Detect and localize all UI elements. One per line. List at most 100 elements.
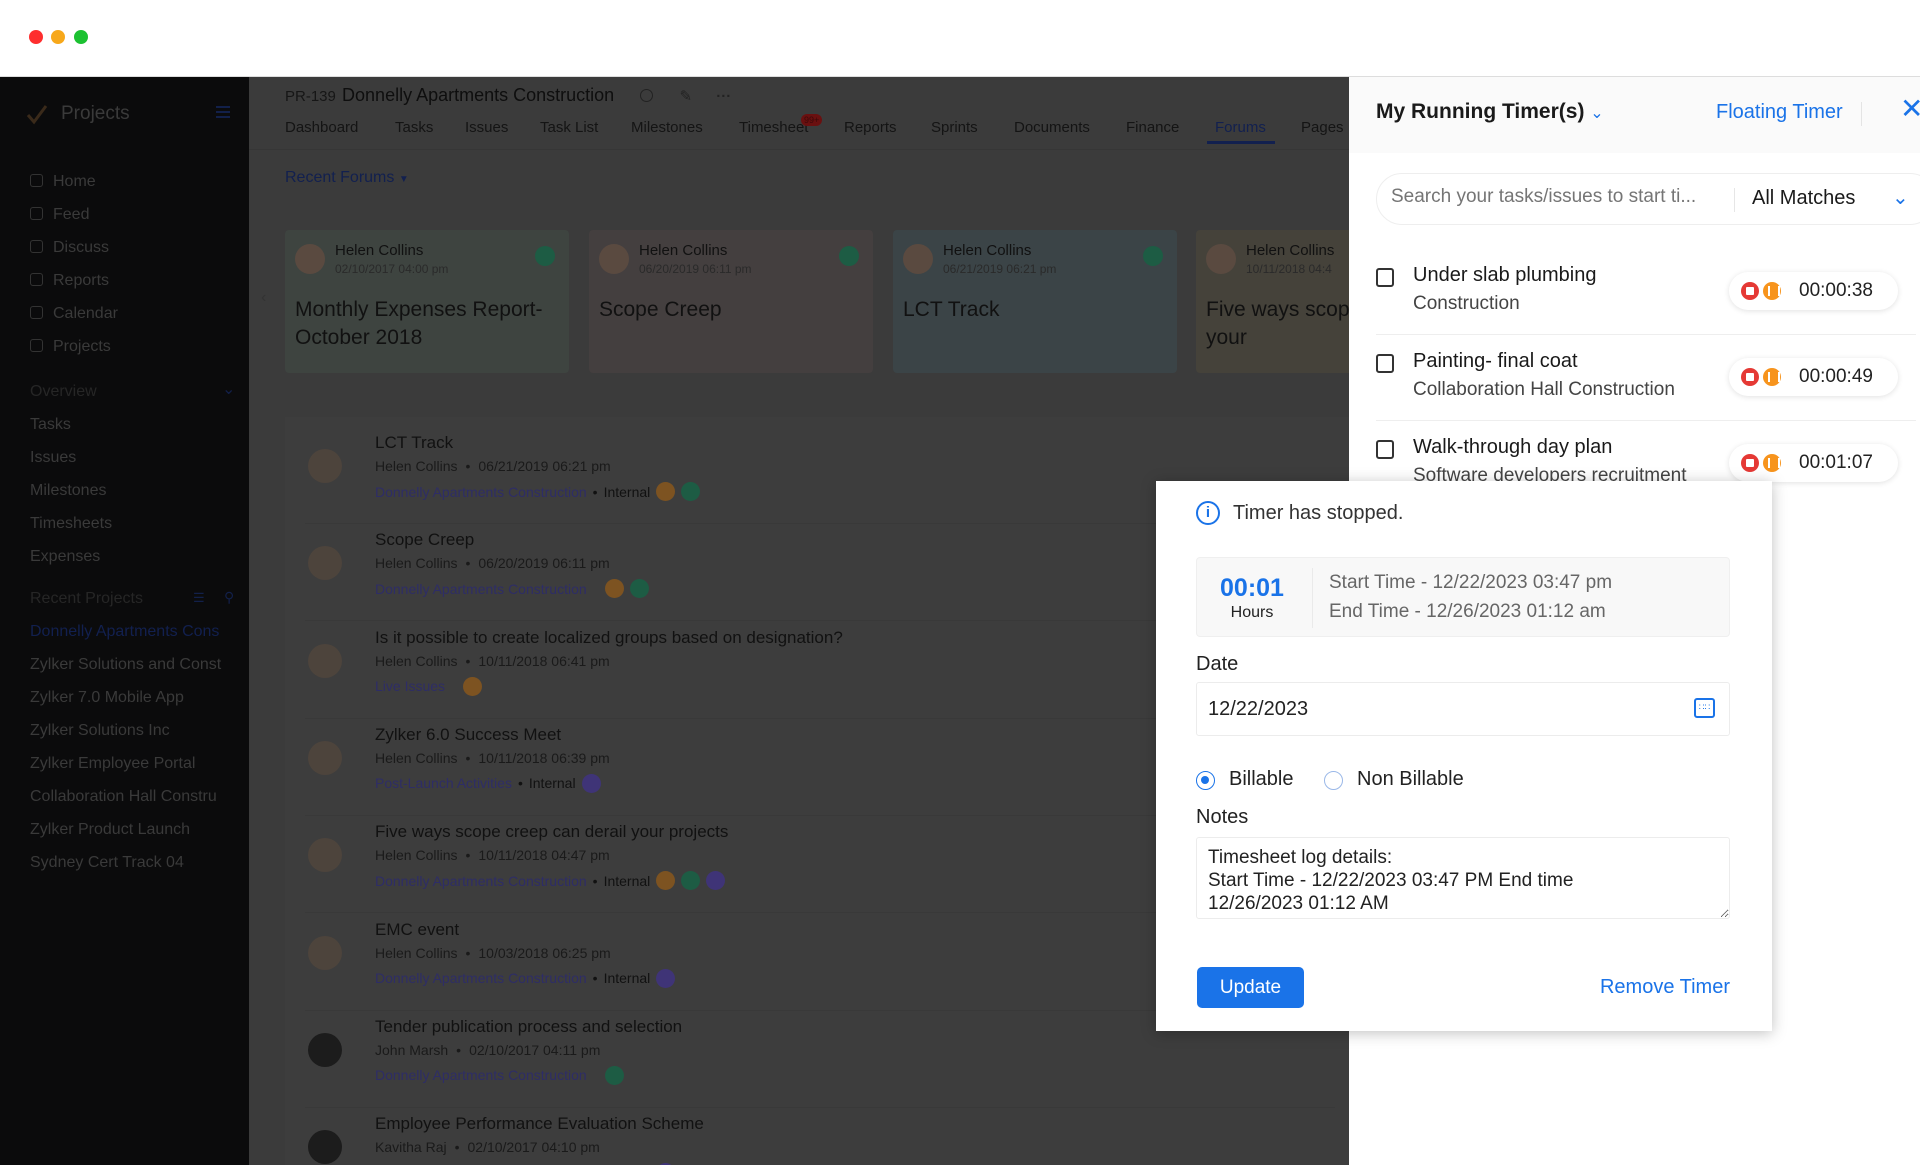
recent-project-item[interactable]: Zylker Employee Portal bbox=[30, 755, 230, 773]
recent-project-item[interactable]: Donnelly Apartments Cons bbox=[30, 623, 230, 641]
card-date: 06/21/2019 06:21 pm bbox=[943, 262, 1057, 276]
sidebar-item-feed[interactable]: Feed bbox=[30, 206, 230, 224]
tab-timesheet[interactable]: Timesheet bbox=[739, 119, 808, 136]
calendar-icon[interactable]: ∷∷ bbox=[1694, 698, 1715, 718]
app-title: Projects bbox=[61, 103, 130, 124]
sidebar-item-issues[interactable]: Issues bbox=[30, 449, 230, 467]
recent-project-item[interactable]: Zylker Product Launch bbox=[30, 821, 230, 839]
forum-author: Helen Collins bbox=[375, 652, 458, 669]
forum-card[interactable]: Helen Collins 06/20/2019 06:11 pm Scope Cr… bbox=[589, 230, 873, 373]
non-billable-radio[interactable] bbox=[1324, 771, 1343, 790]
tab-sprints[interactable]: Sprints bbox=[931, 119, 978, 136]
carousel-prev-icon[interactable]: ‹ bbox=[261, 289, 266, 307]
stop-timer-button[interactable] bbox=[1741, 454, 1759, 472]
forum-project-link[interactable]: Donnelly Apartments Construction bbox=[375, 970, 587, 986]
sidebar-item-calendar[interactable]: Calendar bbox=[30, 305, 230, 323]
tab-pages[interactable]: Pages bbox=[1301, 119, 1344, 136]
running-timer-item[interactable]: Under slab plumbing Construction 00:00:38 bbox=[1376, 264, 1916, 350]
sidebar-item-tasks[interactable]: Tasks bbox=[30, 416, 230, 434]
forum-project-link[interactable]: Post-Launch Activities bbox=[375, 775, 512, 791]
tab-finance[interactable]: Finance bbox=[1126, 119, 1179, 136]
billable-radio[interactable] bbox=[1196, 771, 1215, 790]
forum-card[interactable]: Helen Collins 02/10/2017 04:00 pm Monthly … bbox=[285, 230, 569, 373]
search-icon[interactable]: ⚲ bbox=[224, 589, 234, 606]
chevron-down-icon: ⌄ bbox=[1892, 187, 1909, 209]
forum-title[interactable]: Scope Creep bbox=[375, 530, 474, 550]
sidebar-item-milestones[interactable]: Milestones bbox=[30, 482, 230, 500]
filter-icon[interactable]: ☰ bbox=[193, 590, 205, 606]
forum-tags: Donnelly Apartments Construction • Interna… bbox=[375, 968, 676, 988]
menu-toggle-icon[interactable] bbox=[216, 106, 230, 118]
forum-project-link[interactable]: Donnelly Apartments Construction bbox=[375, 1067, 587, 1083]
forum-project-link[interactable]: Donnelly Apartments Construction bbox=[375, 484, 587, 500]
edit-icon[interactable]: ✎ bbox=[680, 87, 693, 105]
separator-dot: • bbox=[454, 1139, 460, 1156]
sidebar-item-timesheets[interactable]: Timesheets bbox=[30, 515, 230, 533]
task-search-input[interactable] bbox=[1391, 186, 1721, 208]
forum-date: 02/10/2017 04:10 pm bbox=[467, 1139, 600, 1156]
timer-controls: 00:01:07 bbox=[1729, 444, 1898, 482]
tab-tasks[interactable]: Tasks bbox=[395, 119, 433, 136]
recent-project-item[interactable]: Zylker 7.0 Mobile App bbox=[30, 689, 230, 707]
status-icon bbox=[535, 246, 555, 266]
tab-reports[interactable]: Reports bbox=[844, 119, 897, 136]
pause-timer-button[interactable] bbox=[1763, 368, 1781, 386]
forum-title[interactable]: Five ways scope creep can derail your pr… bbox=[375, 822, 728, 842]
forum-project-link[interactable]: Donnelly Apartments Construction bbox=[375, 581, 587, 597]
forum-title[interactable]: Employee Performance Evaluation Scheme bbox=[375, 1114, 704, 1134]
forum-list-item[interactable]: Employee Performance Evaluation Scheme Ka… bbox=[285, 1114, 1349, 1165]
card-author: Helen Collins bbox=[1246, 242, 1335, 259]
panel-header: My Running Timer(s) ⌄ Floating Timer ✕ bbox=[1349, 77, 1920, 153]
window-maximize-button[interactable] bbox=[74, 30, 88, 44]
date-field[interactable]: 12/22/2023 ∷∷ bbox=[1196, 682, 1730, 736]
sidebar-item-reports[interactable]: Reports bbox=[30, 272, 230, 290]
forum-card[interactable]: Helen Collins 06/21/2019 06:21 pm LCT Trac… bbox=[893, 230, 1177, 373]
update-button[interactable]: Update bbox=[1197, 967, 1304, 1008]
window-close-button[interactable] bbox=[29, 30, 43, 44]
recent-project-item[interactable]: Zylker Solutions Inc bbox=[30, 722, 230, 740]
tab-task-list[interactable]: Task List bbox=[540, 119, 598, 136]
running-timer-item[interactable]: Painting- final coat Collaboration Hall C… bbox=[1376, 350, 1916, 436]
info-icon[interactable] bbox=[640, 89, 654, 102]
recent-project-item[interactable]: Zylker Solutions and Const bbox=[30, 656, 230, 674]
sidebar-item-home[interactable]: Home bbox=[30, 173, 230, 191]
timer-task-name: Under slab plumbing bbox=[1413, 264, 1597, 286]
sidebar-item-discuss[interactable]: Discuss bbox=[30, 239, 230, 257]
sidebar-item-projects[interactable]: Projects bbox=[30, 338, 230, 356]
tab-issues[interactable]: Issues bbox=[465, 119, 508, 136]
forum-project-link[interactable]: Donnelly Apartments Construction bbox=[375, 873, 587, 889]
window-minimize-button[interactable] bbox=[51, 30, 65, 44]
remove-timer-link[interactable]: Remove Timer bbox=[1600, 976, 1730, 999]
forum-title[interactable]: EMC event bbox=[375, 920, 459, 940]
recent-project-item[interactable]: Collaboration Hall Constru bbox=[30, 788, 230, 806]
pause-timer-button[interactable] bbox=[1763, 282, 1781, 300]
forum-title[interactable]: Zylker 6.0 Success Meet bbox=[375, 725, 561, 745]
notes-textarea[interactable] bbox=[1196, 837, 1730, 919]
chevron-down-icon: ⌄ bbox=[1590, 105, 1604, 122]
more-options-icon[interactable]: ··· bbox=[716, 88, 731, 105]
stop-timer-button[interactable] bbox=[1741, 282, 1759, 300]
forum-title[interactable]: Is it possible to create localized group… bbox=[375, 628, 843, 648]
stop-timer-button[interactable] bbox=[1741, 368, 1759, 386]
panel-title[interactable]: My Running Timer(s) ⌄ bbox=[1376, 100, 1604, 124]
recent-project-item[interactable]: Sydney Cert Track 04 bbox=[30, 854, 230, 872]
match-filter-value: All Matches bbox=[1752, 187, 1856, 209]
recent-forums-dropdown[interactable]: Recent Forums ▼ bbox=[285, 169, 409, 187]
project-header: PR-139 Donnelly Apartments Construction … bbox=[285, 85, 731, 106]
forum-card[interactable]: Helen Collins 10/11/2018 04:4 Five ways sc… bbox=[1196, 230, 1349, 373]
pause-timer-button[interactable] bbox=[1763, 454, 1781, 472]
chevron-down-icon[interactable]: ⌄ bbox=[222, 379, 235, 399]
close-icon[interactable]: ✕ bbox=[1900, 95, 1920, 123]
sidebar-item-expenses[interactable]: Expenses bbox=[30, 548, 230, 566]
tab-milestones[interactable]: Milestones bbox=[631, 119, 703, 136]
tab-dashboard[interactable]: Dashboard bbox=[285, 119, 358, 136]
forum-title[interactable]: Tender publication process and selection bbox=[375, 1017, 682, 1037]
floating-timer-link[interactable]: Floating Timer bbox=[1716, 101, 1843, 124]
forum-title[interactable]: LCT Track bbox=[375, 433, 453, 453]
match-filter-dropdown[interactable]: All Matches ⌄ bbox=[1752, 187, 1912, 210]
forum-project-link[interactable]: Live Issues bbox=[375, 678, 445, 694]
overview-section-label[interactable]: Overview bbox=[30, 383, 97, 401]
forum-list-item[interactable]: Tender publication process and selection… bbox=[285, 1017, 1349, 1114]
tab-documents[interactable]: Documents bbox=[1014, 119, 1090, 136]
tab-forums[interactable]: Forums bbox=[1215, 119, 1266, 136]
